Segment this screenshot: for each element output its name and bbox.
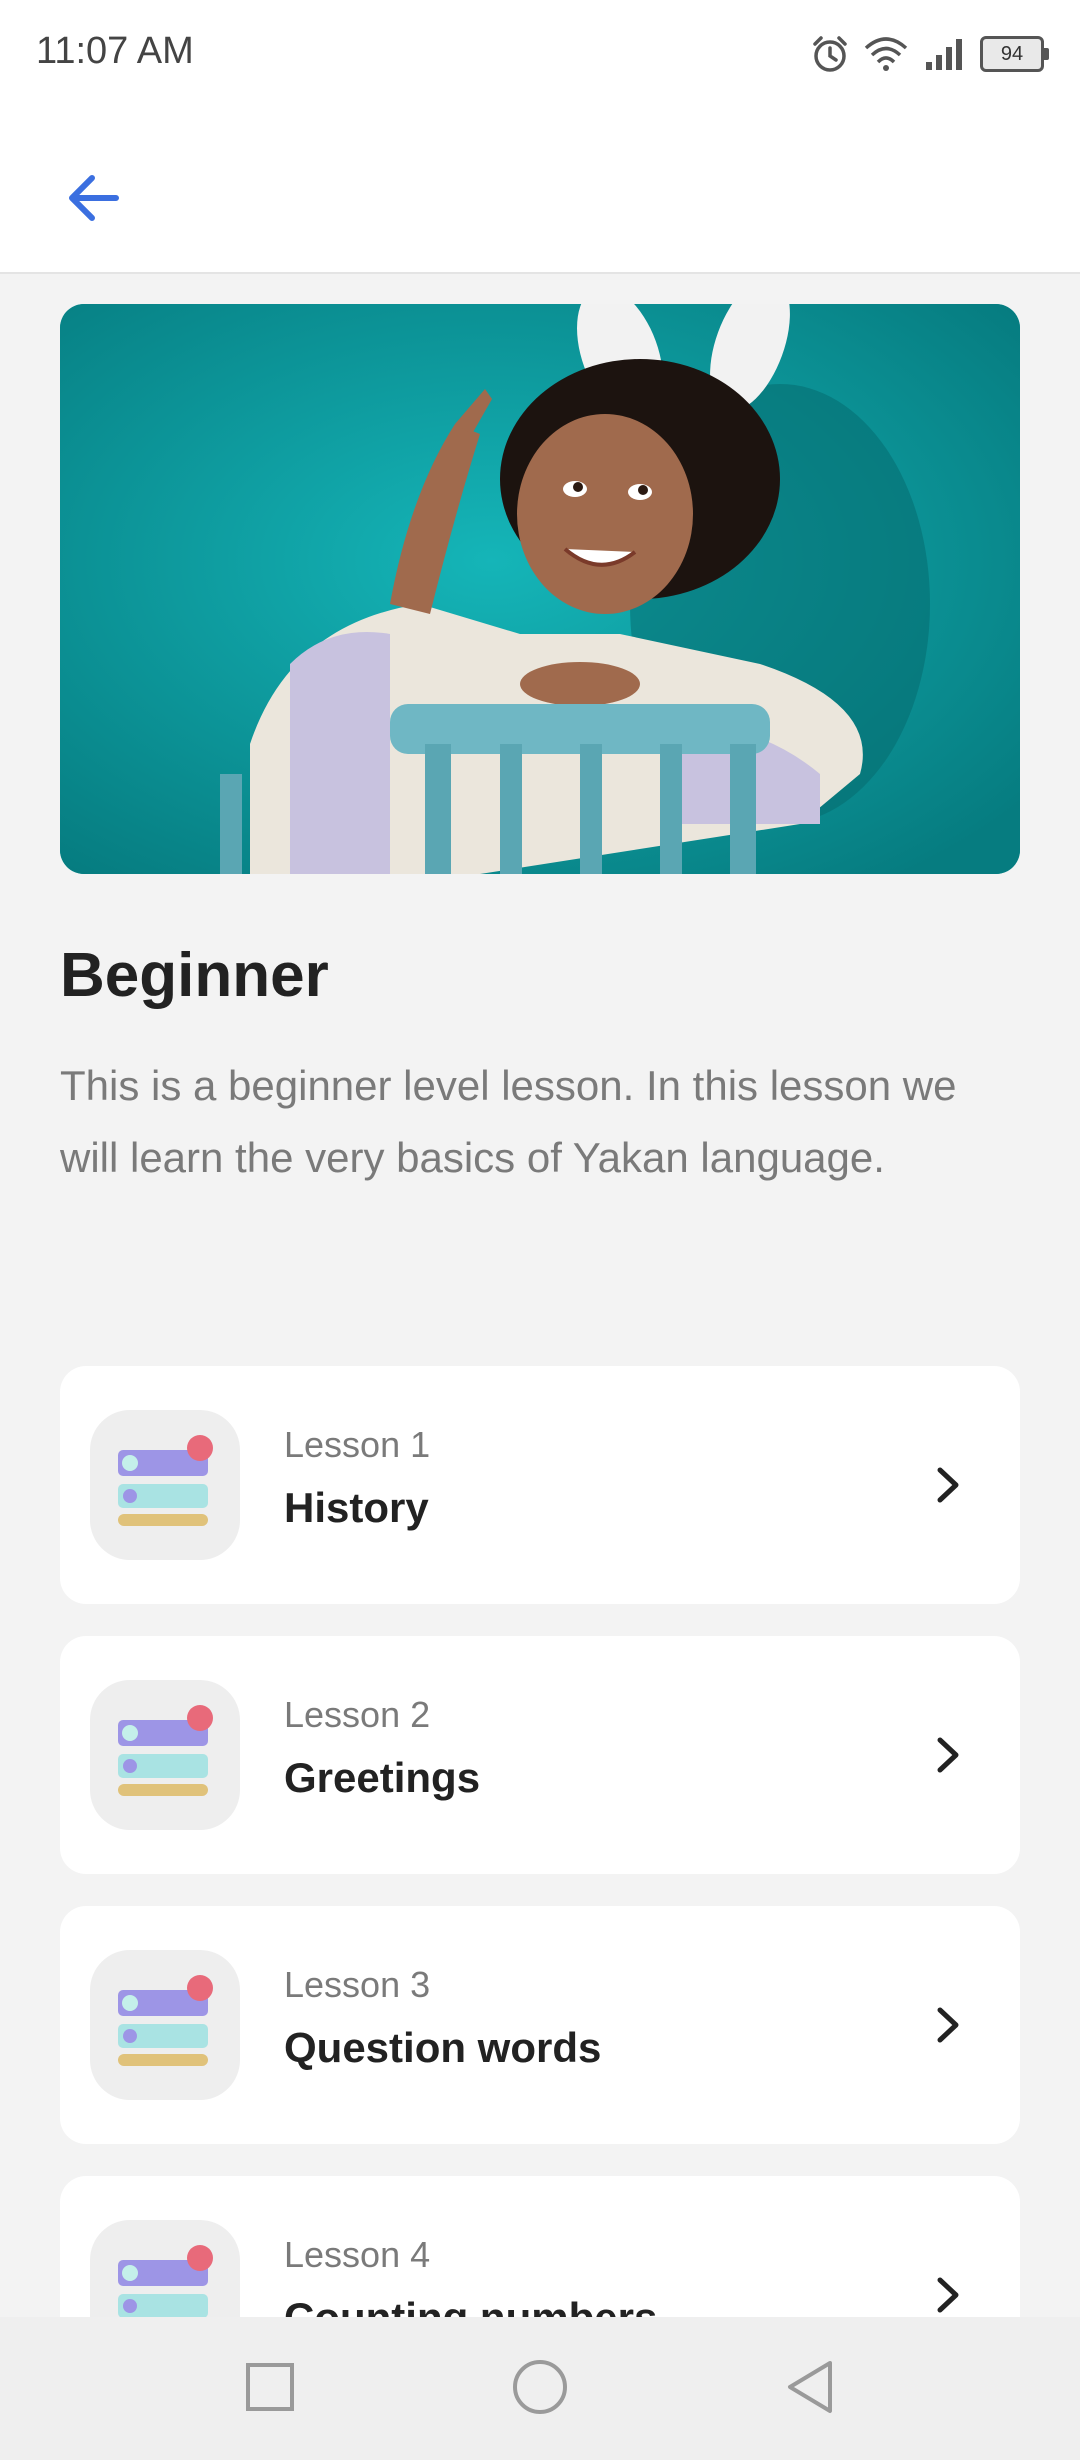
lesson-thumbnail-icon: [90, 1410, 240, 1560]
level-description: This is a beginner level lesson. In this…: [60, 1062, 957, 1181]
lesson-title: Question words: [284, 2024, 602, 2071]
chevron-right-icon: [937, 1737, 959, 1773]
battery-icon: 94: [980, 36, 1049, 72]
app-bar: [0, 110, 1080, 274]
home-circle-icon[interactable]: [510, 2357, 570, 2417]
hero-image: [60, 304, 1020, 874]
lesson-title: Greetings: [284, 1754, 481, 1801]
lesson-card-2[interactable]: Lesson 2 Greetings: [60, 1636, 1020, 1874]
arrow-left-icon[interactable]: [56, 158, 136, 238]
status-time: 11:07 AM: [36, 30, 194, 72]
lesson-thumbnail-icon: [90, 2220, 240, 2317]
wifi-icon: [864, 37, 908, 71]
status-bar: 11:07 AM 94: [0, 0, 1080, 110]
back-triangle-icon[interactable]: [780, 2357, 840, 2417]
lesson-card-3[interactable]: Lesson 3 Question words: [60, 1906, 1020, 2144]
lesson-number: Lesson 1: [284, 1424, 431, 1465]
lesson-thumbnail-icon: [90, 1680, 240, 1830]
lesson-number: Lesson 4: [284, 2234, 431, 2275]
status-icons: 94: [810, 32, 1049, 76]
system-nav-bar: [0, 2317, 1080, 2460]
lesson-title: History: [284, 1484, 429, 1531]
lesson-card-1[interactable]: Lesson 1 History: [60, 1366, 1020, 1604]
signal-icon: [926, 39, 962, 70]
lesson-level-content[interactable]: Beginner This is a beginner level lesson…: [0, 272, 1080, 2317]
lesson-thumbnail-icon: [90, 1950, 240, 2100]
lesson-card-4[interactable]: Lesson 4 Counting numbers: [60, 2176, 1020, 2317]
lesson-number: Lesson 3: [284, 1964, 431, 2005]
recents-square-icon[interactable]: [240, 2357, 300, 2417]
alarm-icon: [813, 36, 847, 72]
level-title: Beginner: [60, 941, 329, 1010]
chevron-right-icon: [937, 2007, 959, 2043]
lesson-title: Counting numbers: [284, 2294, 657, 2317]
lesson-number: Lesson 2: [284, 1694, 431, 1735]
battery-level: 94: [1000, 42, 1024, 65]
chevron-right-icon: [937, 2277, 959, 2313]
chevron-right-icon: [937, 1467, 959, 1503]
